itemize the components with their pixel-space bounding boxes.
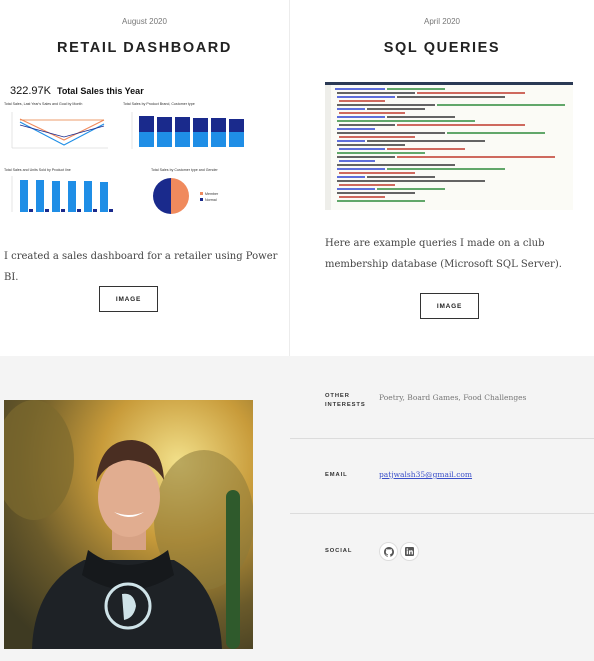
sql-code-thumbnail[interactable] — [325, 82, 573, 210]
profile-photo — [4, 400, 253, 649]
stacked-bar-chart — [131, 112, 244, 149]
email-label: EMAIL — [325, 472, 348, 478]
other-interests-value: Poetry, Board Games, Food Challenges — [379, 393, 527, 402]
pie-chart — [153, 178, 203, 214]
pie-legend-normal: Normal — [205, 198, 217, 202]
dashboard-thumbnail[interactable]: 322.97K Total Sales this Year Total Sales… — [4, 82, 286, 230]
pie-legend-member: Member — [205, 192, 219, 196]
project-description: I created a sales dashboard for a retail… — [4, 251, 278, 283]
github-icon[interactable] — [379, 542, 398, 561]
image-button[interactable]: IMAGE — [99, 286, 158, 312]
clustered-bar-chart — [11, 176, 113, 212]
project-date: April 2020 — [423, 17, 461, 26]
divider — [290, 438, 594, 439]
social-label: SOCIAL — [325, 548, 353, 554]
image-button[interactable]: IMAGE — [420, 293, 479, 319]
project-title: RETAIL DASHBOARD — [57, 40, 232, 56]
project-title: SQL QUERIES — [383, 40, 501, 56]
divider — [290, 513, 594, 514]
line-chart — [11, 112, 108, 149]
email-link[interactable]: patjwalsh35@gmail.com — [379, 470, 472, 479]
other-interests-label: OTHER INTERESTS — [325, 393, 366, 408]
project-description: Here are example queries I made on a clu… — [325, 238, 562, 270]
dashboard-charts — [11, 112, 244, 214]
code-lines — [325, 85, 565, 210]
project-date: August 2020 — [122, 17, 167, 26]
linkedin-icon[interactable] — [400, 542, 419, 561]
